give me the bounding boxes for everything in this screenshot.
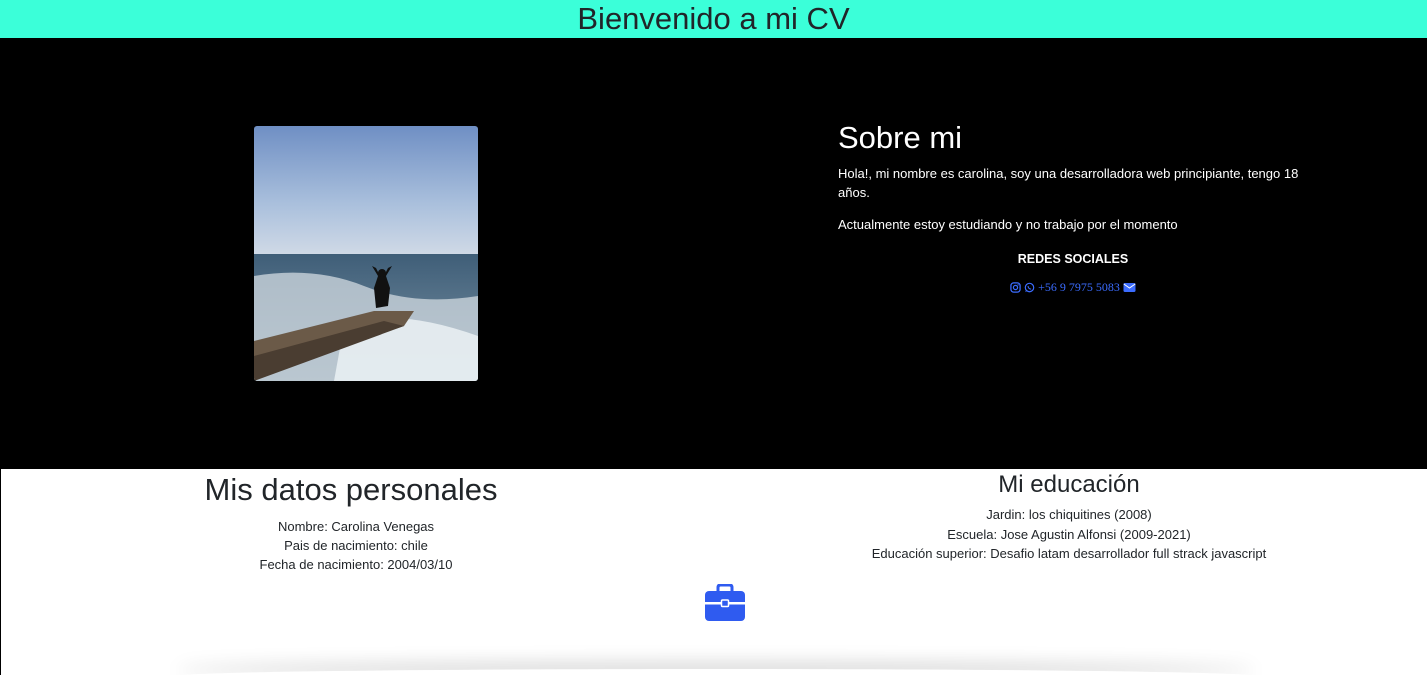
social-links: +56 9 7975 5083: [838, 280, 1308, 296]
profile-photo: [254, 126, 478, 381]
list-item: Jardin: los chiquitines (2008): [986, 507, 1152, 522]
list-item: Pais de nacimiento: chile: [11, 536, 701, 555]
page-title: Bienvenido a mi CV: [577, 1, 850, 36]
social-heading: REDES SOCIALES: [1017, 252, 1129, 266]
about-panel: Sobre mi Hola!, mi nombre es carolina, s…: [838, 120, 1308, 296]
education-list: Jardin: los chiquitines (2008) Escuela: …: [763, 505, 1375, 564]
briefcase-icon: [704, 583, 746, 622]
list-item: Escuela: Jose Agustin Alfonsi (2009-2021…: [947, 526, 1191, 542]
personal-list: Nombre: Carolina Venegas Pais de nacimie…: [1, 517, 701, 574]
cv-page: Bienvenido a mi CV Sobre mi Hola!, mi no…: [0, 0, 1427, 675]
phone-link[interactable]: +56 9 7975 5083: [1038, 280, 1120, 294]
personal-heading: Mis datos personales: [204, 472, 498, 507]
details-section: Mis datos personales Nombre: Carolina Ve…: [0, 469, 1427, 675]
education-heading: Mi educación: [998, 471, 1140, 498]
top-banner: Bienvenido a mi CV: [0, 0, 1427, 38]
list-item: Educación superior: Desafio latam desarr…: [871, 546, 1267, 561]
education: Mi educación Jardin: los chiquitines (20…: [763, 469, 1375, 564]
personal-data: Mis datos personales Nombre: Carolina Ve…: [1, 469, 701, 574]
list-item: Nombre: Carolina Venegas: [11, 517, 701, 536]
about-intro: Hola!, mi nombre es carolina, soy una de…: [838, 166, 1299, 200]
instagram-icon[interactable]: [1010, 282, 1021, 296]
footer-shadow: [176, 669, 1256, 675]
envelope-icon[interactable]: [1123, 282, 1136, 296]
list-item: Fecha de nacimiento: 2004/03/10: [11, 555, 701, 574]
about-heading: Sobre mi: [838, 120, 963, 155]
hero-section: Sobre mi Hola!, mi nombre es carolina, s…: [0, 38, 1427, 469]
whatsapp-icon[interactable]: [1024, 282, 1035, 296]
about-status: Actualmente estoy estudiando y no trabaj…: [838, 217, 1178, 232]
